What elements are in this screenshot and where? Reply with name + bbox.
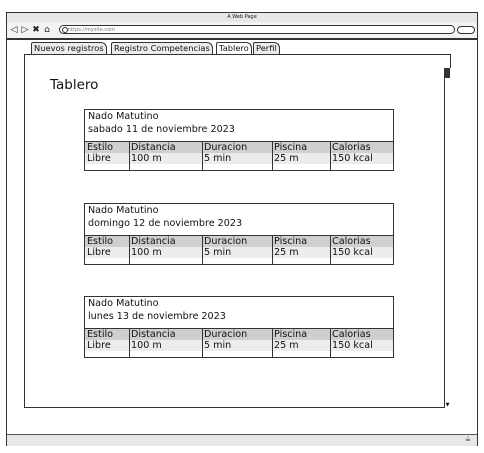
- column-divider: [272, 235, 273, 264]
- card-title: Nado Matutino: [88, 298, 159, 309]
- header-piscina: Piscina: [274, 142, 308, 153]
- cell-duracion: 5 min: [204, 153, 232, 164]
- close-icon[interactable]: ✖: [31, 25, 41, 35]
- table-header-row: Estilo Distancia Duracion Piscina Calori…: [85, 328, 393, 340]
- cell-distancia: 100 m: [131, 153, 162, 164]
- column-divider: [202, 328, 203, 357]
- tab-registro-competencias[interactable]: Registro Competencias: [111, 42, 213, 54]
- table-header-row: Estilo Distancia Duracion Piscina Calori…: [85, 141, 393, 153]
- status-bar: ≟: [7, 434, 477, 446]
- cell-estilo: Libre: [87, 340, 111, 351]
- address-bar[interactable]: https://mysite.com: [59, 25, 455, 34]
- header-estilo: Estilo: [87, 236, 114, 247]
- cell-piscina: 25 m: [274, 340, 299, 351]
- table-row: Libre 100 m 5 min 25 m 150 kcal: [85, 340, 393, 351]
- card-title: Nado Matutino: [88, 205, 159, 216]
- cell-estilo: Libre: [87, 153, 111, 164]
- tab-nuevos-registros[interactable]: Nuevos registros: [31, 42, 107, 54]
- column-divider: [330, 235, 331, 264]
- cell-distancia: 100 m: [131, 247, 162, 258]
- browser-toolbar: ◁ ▷ ✖ ⌂ https://mysite.com: [7, 22, 477, 40]
- forward-icon[interactable]: ▷: [20, 25, 30, 35]
- resize-grip-icon[interactable]: ≟: [465, 436, 471, 444]
- column-divider: [202, 235, 203, 264]
- vertical-scrollbar[interactable]: ▼: [444, 68, 451, 408]
- cell-calorias: 150 kcal: [332, 340, 373, 351]
- tab-perfil[interactable]: Perfil: [253, 42, 280, 54]
- column-divider: [272, 328, 273, 357]
- cell-piscina: 25 m: [274, 153, 299, 164]
- header-distancia: Distancia: [131, 329, 176, 340]
- window-title: A Web Page: [227, 14, 257, 20]
- header-estilo: Estilo: [87, 329, 114, 340]
- cell-distancia: 100 m: [131, 340, 162, 351]
- workout-card: Nado Matutino lunes 13 de noviembre 2023…: [84, 296, 394, 358]
- card-title: Nado Matutino: [88, 111, 159, 122]
- column-divider: [330, 328, 331, 357]
- column-divider: [272, 141, 273, 170]
- header-duracion: Duracion: [204, 142, 248, 153]
- header-duracion: Duracion: [204, 329, 248, 340]
- back-icon[interactable]: ◁: [9, 25, 19, 35]
- card-date: lunes 13 de noviembre 2023: [88, 311, 226, 322]
- cell-duracion: 5 min: [204, 340, 232, 351]
- table-header-row: Estilo Distancia Duracion Piscina Calori…: [85, 235, 393, 247]
- header-piscina: Piscina: [274, 329, 308, 340]
- card-date: sabado 11 de noviembre 2023: [88, 124, 235, 135]
- header-distancia: Distancia: [131, 142, 176, 153]
- table-row: Libre 100 m 5 min 25 m 150 kcal: [85, 153, 393, 164]
- home-icon[interactable]: ⌂: [42, 25, 52, 35]
- header-calorias: Calorias: [332, 329, 371, 340]
- column-divider: [330, 141, 331, 170]
- header-piscina: Piscina: [274, 236, 308, 247]
- workout-card: Nado Matutino domingo 12 de noviembre 20…: [84, 203, 394, 265]
- header-distancia: Distancia: [131, 236, 176, 247]
- header-estilo: Estilo: [87, 142, 114, 153]
- cell-estilo: Libre: [87, 247, 111, 258]
- page-title: Tablero: [50, 77, 99, 93]
- cell-duracion: 5 min: [204, 247, 232, 258]
- scroll-down-icon[interactable]: ▼: [445, 403, 450, 408]
- search-pill-button[interactable]: [457, 26, 475, 34]
- column-divider: [129, 328, 130, 357]
- column-divider: [202, 141, 203, 170]
- workout-card: Nado Matutino sabado 11 de noviembre 202…: [84, 109, 394, 171]
- card-date: domingo 12 de noviembre 2023: [88, 218, 243, 229]
- cell-piscina: 25 m: [274, 247, 299, 258]
- cell-calorias: 150 kcal: [332, 153, 373, 164]
- header-calorias: Calorias: [332, 236, 371, 247]
- header-calorias: Calorias: [332, 142, 371, 153]
- column-divider: [129, 235, 130, 264]
- table-row: Libre 100 m 5 min 25 m 150 kcal: [85, 247, 393, 258]
- url-text: https://mysite.com: [68, 27, 116, 33]
- scrollbar-thumb[interactable]: [445, 68, 450, 78]
- column-divider: [129, 141, 130, 170]
- header-duracion: Duracion: [204, 236, 248, 247]
- cell-calorias: 150 kcal: [332, 247, 373, 258]
